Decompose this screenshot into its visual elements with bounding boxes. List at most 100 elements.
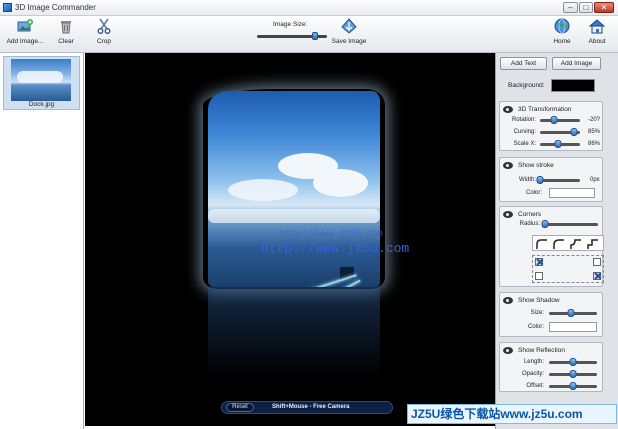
scale-x-value: 86% bbox=[588, 141, 601, 147]
home-button[interactable]: Home bbox=[549, 18, 575, 45]
curving-label: Curving: bbox=[513, 129, 536, 135]
shadow-color-label: Color: bbox=[527, 324, 544, 330]
reset-button[interactable]: Reset bbox=[226, 403, 254, 412]
shadow-section: Show Shadow Size: Color: bbox=[499, 292, 603, 337]
eye-icon[interactable] bbox=[503, 162, 513, 169]
curving-value: 85% bbox=[588, 129, 601, 135]
scale-x-slider[interactable] bbox=[540, 140, 580, 148]
shadow-size-slider[interactable] bbox=[549, 309, 597, 317]
rotation-value: -20? bbox=[588, 117, 601, 123]
eye-icon[interactable] bbox=[503, 297, 513, 304]
scissors-icon bbox=[97, 18, 111, 34]
stroke-color-box[interactable] bbox=[549, 188, 595, 198]
reflection-title: Show Reflection bbox=[518, 347, 565, 354]
trash-icon bbox=[61, 21, 71, 34]
image-size-slider[interactable] bbox=[257, 32, 327, 40]
clear-button[interactable]: Clear bbox=[53, 18, 79, 45]
title-bar: 3D Image Commander – □ ✕ bbox=[0, 0, 618, 16]
add-image-button[interactable]: Add Image... bbox=[4, 18, 46, 45]
crop-button[interactable]: Crop bbox=[92, 18, 116, 45]
minimize-button[interactable]: – bbox=[563, 2, 578, 13]
eye-icon[interactable] bbox=[503, 347, 513, 354]
camera-bar: Reset Shift+Mouse - Free Camera bbox=[221, 401, 393, 414]
transformation-title: 3D Transformation bbox=[518, 106, 572, 113]
cloud bbox=[208, 209, 380, 223]
window-title: 3D Image Commander bbox=[15, 3, 96, 12]
watermark-text-large: http://www.jz5u.com bbox=[261, 241, 410, 256]
corner-style-bevel-icon[interactable] bbox=[552, 238, 566, 250]
corner-style-group bbox=[532, 235, 604, 251]
transformation-section: 3D Transformation Rotation: -20? Curving… bbox=[499, 101, 603, 151]
reflection-opacity-slider-thumb[interactable] bbox=[569, 370, 577, 378]
scale-x-slider-thumb[interactable] bbox=[554, 140, 562, 148]
shadow-size-label: Size: bbox=[530, 310, 544, 316]
camera-hint: Shift+Mouse - Free Camera bbox=[272, 404, 350, 410]
eye-icon[interactable] bbox=[503, 211, 513, 218]
corner-top-right-checkbox[interactable] bbox=[593, 258, 601, 266]
corner-style-notch-icon[interactable] bbox=[586, 238, 600, 250]
thumbnail-cloud bbox=[17, 71, 63, 83]
thumbnail-image bbox=[11, 59, 71, 101]
scale-x-label: Scale X: bbox=[513, 141, 536, 147]
home-label: Home bbox=[553, 38, 571, 45]
maximize-button[interactable]: □ bbox=[579, 2, 593, 13]
thumbnail-item[interactable]: Dock.jpg bbox=[3, 56, 80, 110]
reflection-length-slider-thumb[interactable] bbox=[569, 358, 577, 366]
reflection-section: Show Reflection Length: Opacity: Offset: bbox=[499, 342, 603, 392]
curving-slider-thumb[interactable] bbox=[570, 128, 578, 136]
stroke-section: Show stroke Width: 0px Color: bbox=[499, 157, 603, 202]
clear-label: Clear bbox=[58, 38, 74, 45]
transformed-image[interactable] bbox=[208, 91, 380, 287]
site-watermark-banner: JZ5U绿色下载站www.jz5u.com bbox=[407, 404, 617, 424]
stroke-width-slider[interactable] bbox=[536, 176, 580, 184]
shadow-size-slider-thumb[interactable] bbox=[567, 309, 575, 317]
stroke-title: Show stroke bbox=[518, 162, 554, 169]
about-label: About bbox=[588, 38, 606, 45]
app-icon bbox=[3, 3, 12, 12]
globe-icon bbox=[554, 18, 570, 34]
background-color-swatch[interactable] bbox=[551, 79, 595, 92]
about-button[interactable]: About bbox=[584, 18, 610, 45]
eye-icon[interactable] bbox=[503, 106, 513, 113]
rotation-label: Rotation: bbox=[511, 117, 536, 123]
corners-title: Corners bbox=[518, 211, 542, 218]
corner-bottom-left-checkbox[interactable] bbox=[535, 272, 543, 280]
preview-canvas[interactable]: http://www.jz5u.com http://www.jz5u.com … bbox=[85, 53, 495, 426]
corner-style-inset-icon[interactable] bbox=[569, 238, 583, 250]
add-image-label: Add Image... bbox=[6, 38, 44, 45]
save-image-label: Save Image bbox=[331, 38, 367, 45]
save-image-button[interactable]: Save Image bbox=[328, 18, 370, 45]
corners-section: Corners Radius: bbox=[499, 206, 604, 287]
rotation-slider-thumb[interactable] bbox=[550, 116, 558, 124]
reflection-offset-label: Offset: bbox=[526, 383, 544, 389]
curving-slider[interactable] bbox=[540, 128, 580, 136]
settings-panel: Add Text Add Image Background: 3D Transf… bbox=[495, 53, 618, 429]
shadow-color-box[interactable] bbox=[549, 322, 597, 332]
add-image-overlay-button[interactable]: Add Image bbox=[552, 57, 601, 70]
pier-light bbox=[289, 274, 357, 287]
cloud bbox=[228, 179, 298, 201]
corner-top-left-checkbox[interactable] bbox=[535, 258, 543, 266]
reflection-opacity-slider[interactable] bbox=[549, 370, 597, 378]
stroke-width-slider-thumb[interactable] bbox=[536, 176, 544, 184]
house-icon bbox=[589, 19, 605, 34]
cloud bbox=[313, 169, 368, 197]
close-button[interactable]: ✕ bbox=[594, 2, 614, 13]
corner-style-round-icon[interactable] bbox=[535, 238, 549, 250]
stroke-width-label: Width: bbox=[518, 177, 536, 183]
corner-bottom-right-checkbox[interactable] bbox=[593, 272, 601, 280]
radius-slider-thumb[interactable] bbox=[541, 220, 549, 228]
thumbnail-panel: Dock.jpg bbox=[0, 53, 84, 429]
reflection-offset-slider[interactable] bbox=[549, 382, 597, 390]
shadow-title: Show Shadow bbox=[518, 297, 560, 304]
reflection-offset-slider-thumb[interactable] bbox=[569, 382, 577, 390]
save-image-icon bbox=[341, 18, 357, 34]
radius-slider[interactable] bbox=[541, 220, 598, 228]
image-reflection bbox=[208, 287, 380, 377]
stroke-color-label: Color: bbox=[525, 190, 542, 196]
rotation-slider[interactable] bbox=[540, 116, 580, 124]
add-text-button[interactable]: Add Text bbox=[500, 57, 547, 70]
reflection-length-slider[interactable] bbox=[549, 358, 597, 366]
image-size-slider-thumb[interactable] bbox=[312, 32, 319, 40]
toolbar: Add Image... Clear Crop Image Size: Save… bbox=[0, 16, 618, 53]
